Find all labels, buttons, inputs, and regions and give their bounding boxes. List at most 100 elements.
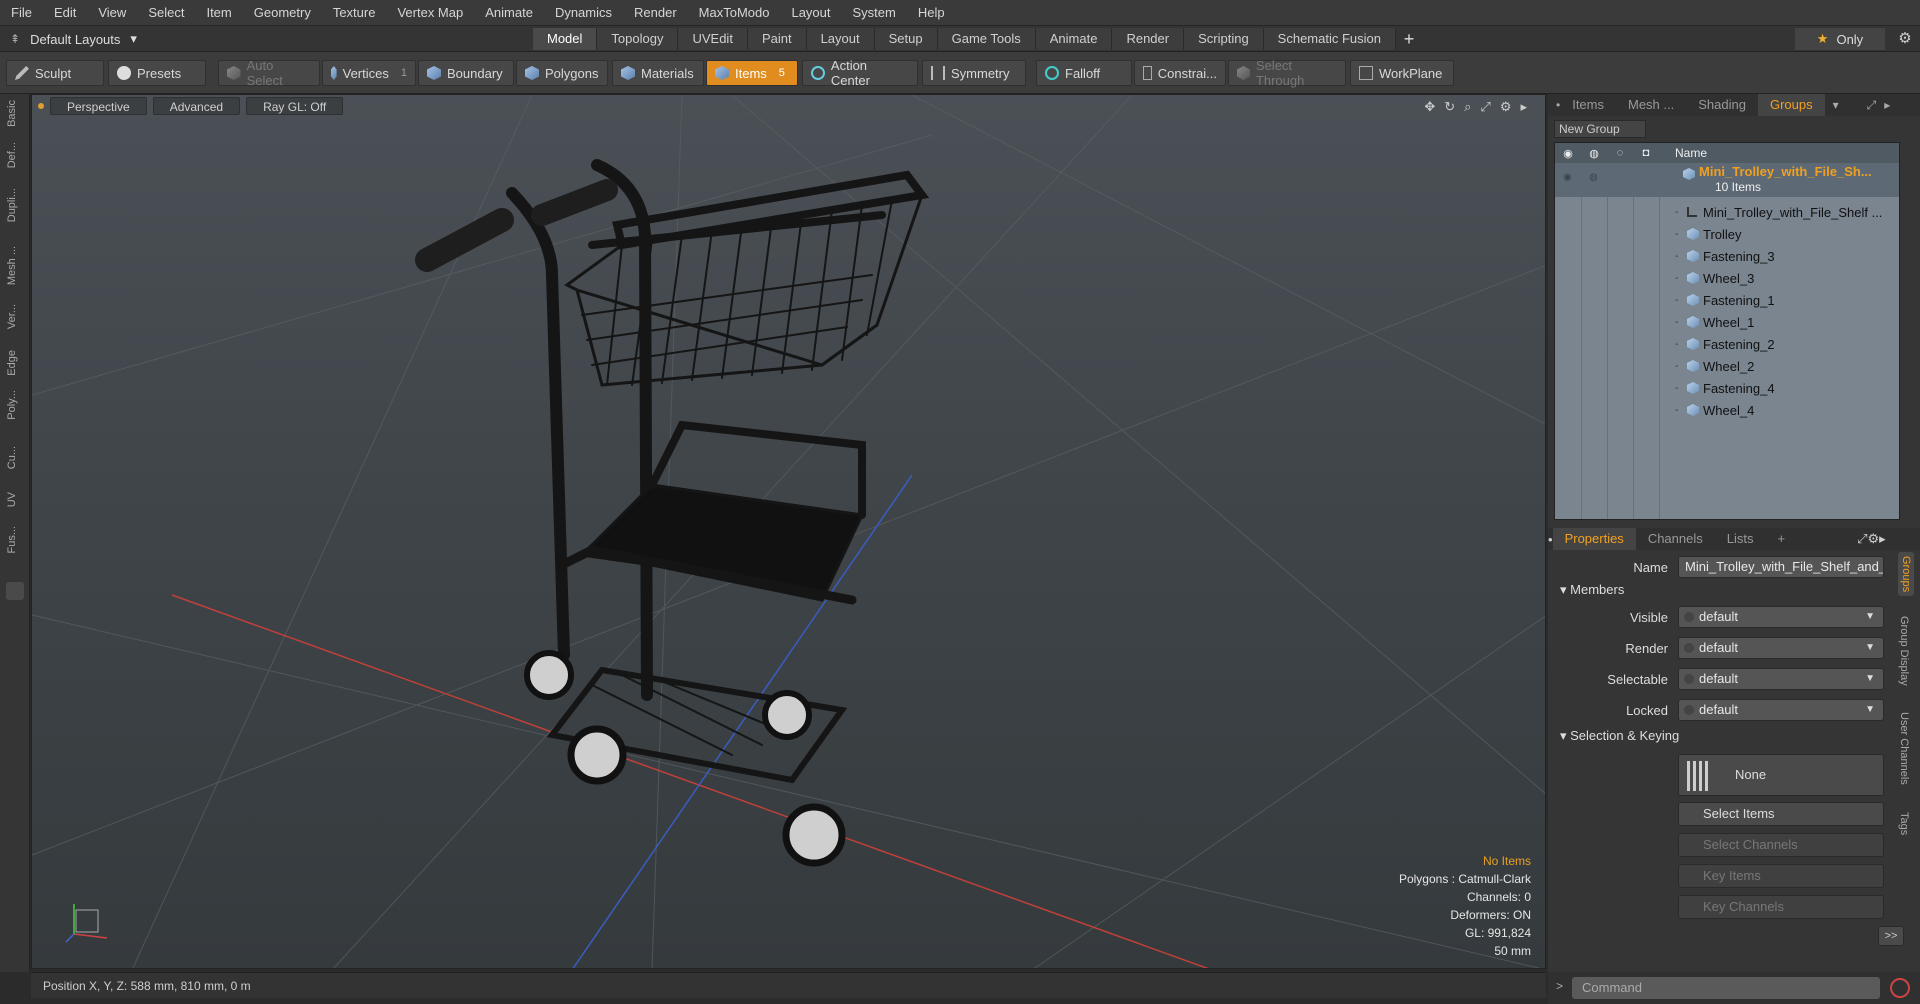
gear-icon[interactable]: ⚙ bbox=[1500, 99, 1512, 115]
menu-item[interactable]: Item bbox=[195, 0, 242, 26]
left-tab-deform[interactable]: Def... bbox=[6, 142, 24, 168]
tab-lists[interactable]: Lists bbox=[1715, 528, 1766, 550]
play-icon[interactable]: ▸ bbox=[1879, 531, 1886, 547]
render-select[interactable]: default ▼ bbox=[1678, 637, 1884, 659]
group-row[interactable]: ◉ ◍ Mini_Trolley_with_File_Sh... 10 Item… bbox=[1555, 163, 1899, 197]
tab-mesh[interactable]: Mesh ... bbox=[1616, 94, 1686, 116]
record-icon[interactable] bbox=[1890, 978, 1910, 998]
items-button[interactable]: Items 5 bbox=[706, 60, 798, 86]
tab-layout[interactable]: Layout bbox=[806, 28, 875, 50]
name-column-header[interactable]: Name bbox=[1675, 146, 1707, 160]
menu-help[interactable]: Help bbox=[907, 0, 956, 26]
left-tab-basic[interactable]: Basic bbox=[6, 100, 24, 127]
viewport-menu-dot[interactable] bbox=[38, 103, 44, 109]
left-tab-duplicate[interactable]: Dupli... bbox=[6, 188, 24, 222]
list-item[interactable]: - Trolley bbox=[1555, 223, 1899, 245]
render-icon[interactable]: ◍ bbox=[1581, 147, 1607, 160]
eye-icon[interactable]: ◉ bbox=[1563, 172, 1572, 183]
left-tab-uv[interactable]: UV bbox=[6, 492, 24, 507]
left-strip-button[interactable] bbox=[6, 582, 24, 600]
tab-shading[interactable]: Shading bbox=[1686, 94, 1758, 116]
select-items-button[interactable]: Select Items bbox=[1678, 802, 1884, 826]
tab-schematic-fusion[interactable]: Schematic Fusion bbox=[1263, 28, 1396, 50]
tab-channels[interactable]: Channels bbox=[1636, 528, 1715, 550]
tab-uvedit[interactable]: UVEdit bbox=[678, 28, 748, 50]
menu-animate[interactable]: Animate bbox=[474, 0, 544, 26]
vtab-groups[interactable]: Groups bbox=[1898, 552, 1914, 597]
materials-button[interactable]: Materials bbox=[612, 60, 704, 86]
boundary-button[interactable]: Boundary bbox=[418, 60, 514, 86]
list-item[interactable]: - Fastening_3 bbox=[1555, 245, 1899, 267]
select-channels-button[interactable]: Select Channels bbox=[1678, 833, 1884, 857]
select-through-button[interactable]: Select Through bbox=[1228, 58, 1346, 88]
left-tab-polygon[interactable]: Poly... bbox=[6, 390, 24, 420]
tab-properties[interactable]: Properties bbox=[1552, 528, 1636, 550]
sculpt-button[interactable]: Sculpt bbox=[6, 60, 104, 86]
gear-icon[interactable]: ⚙ bbox=[1890, 26, 1920, 52]
workplane-button[interactable]: WorkPlane bbox=[1350, 60, 1454, 86]
menu-select[interactable]: Select bbox=[137, 0, 195, 26]
list-item[interactable]: - Wheel_3 bbox=[1555, 267, 1899, 289]
falloff-button[interactable]: Falloff bbox=[1036, 60, 1132, 86]
menu-file[interactable]: File bbox=[0, 0, 43, 26]
tab-game-tools[interactable]: Game Tools bbox=[937, 28, 1036, 50]
play-icon[interactable]: ▸ bbox=[1884, 98, 1890, 112]
menu-vertex-map[interactable]: Vertex Map bbox=[386, 0, 474, 26]
menu-geometry[interactable]: Geometry bbox=[243, 0, 322, 26]
3d-viewport[interactable]: Perspective Advanced Ray GL: Off ✥ ↻ ⌕ ⤢… bbox=[31, 94, 1546, 969]
vertices-button[interactable]: Vertices 1 bbox=[322, 60, 416, 86]
command-input[interactable]: Command bbox=[1572, 977, 1880, 999]
left-tab-fusion[interactable]: Fus... bbox=[6, 526, 24, 554]
menu-maxtomodo[interactable]: MaxToModo bbox=[688, 0, 781, 26]
tab-render[interactable]: Render bbox=[1112, 28, 1185, 50]
name-field[interactable]: Mini_Trolley_with_File_Shelf_and_ bbox=[1678, 556, 1884, 578]
vtab-user-channels[interactable]: User Channels bbox=[1898, 712, 1910, 785]
only-toggle[interactable]: ★ Only bbox=[1795, 28, 1885, 50]
tab-topology[interactable]: Topology bbox=[597, 28, 679, 50]
zoom-icon[interactable]: ⌕ bbox=[1464, 99, 1471, 115]
new-group-button[interactable]: New Group bbox=[1554, 120, 1646, 138]
left-tab-vertex[interactable]: Ver... bbox=[6, 304, 24, 329]
none-button[interactable]: None bbox=[1678, 754, 1884, 796]
tab-groups[interactable]: Groups bbox=[1757, 94, 1825, 116]
menu-layout[interactable]: Layout bbox=[780, 0, 841, 26]
action-center-button[interactable]: Action Center bbox=[802, 58, 918, 88]
tab-items[interactable]: Items bbox=[1560, 94, 1616, 116]
select-icon[interactable]: ◌ bbox=[1607, 147, 1633, 159]
members-section[interactable]: ▾ Members bbox=[1560, 582, 1624, 598]
vtab-tags[interactable]: Tags bbox=[1898, 812, 1910, 835]
constrain-button[interactable]: Constrai... bbox=[1134, 60, 1226, 86]
list-item[interactable]: - Mini_Trolley_with_File_Shelf ... bbox=[1555, 201, 1899, 223]
pin-icon[interactable]: ⇞ bbox=[10, 32, 20, 46]
locked-select[interactable]: default ▼ bbox=[1678, 699, 1884, 721]
vtab-group-display[interactable]: Group Display bbox=[1898, 616, 1910, 686]
tab-model[interactable]: Model bbox=[533, 28, 598, 50]
key-channels-button[interactable]: Key Channels bbox=[1678, 895, 1884, 919]
move-view-icon[interactable]: ✥ bbox=[1424, 99, 1435, 115]
play-icon[interactable]: ▸ bbox=[1520, 99, 1527, 115]
add-tab-button[interactable]: + bbox=[1396, 28, 1422, 50]
tab-scripting[interactable]: Scripting bbox=[1184, 28, 1264, 50]
list-item[interactable]: - Wheel_2 bbox=[1555, 355, 1899, 377]
menu-dynamics[interactable]: Dynamics bbox=[544, 0, 623, 26]
list-item[interactable]: - Wheel_1 bbox=[1555, 311, 1899, 333]
rotate-view-icon[interactable]: ↻ bbox=[1444, 99, 1455, 115]
menu-system[interactable]: System bbox=[842, 0, 907, 26]
list-item[interactable]: - Wheel_4 bbox=[1555, 399, 1899, 421]
key-items-button[interactable]: Key Items bbox=[1678, 864, 1884, 888]
list-item[interactable]: - Fastening_2 bbox=[1555, 333, 1899, 355]
maximize-icon[interactable]: ⤢ bbox=[1867, 98, 1877, 113]
list-item[interactable]: - Fastening_1 bbox=[1555, 289, 1899, 311]
selectable-select[interactable]: default ▼ bbox=[1678, 668, 1884, 690]
polygons-button[interactable]: Polygons bbox=[516, 60, 608, 86]
eye-icon[interactable]: ◉ bbox=[1555, 147, 1581, 160]
tab-paint[interactable]: Paint bbox=[747, 28, 807, 50]
raygl-dropdown[interactable]: Ray GL: Off bbox=[246, 97, 344, 115]
left-tab-curve[interactable]: Cu... bbox=[6, 446, 24, 469]
symmetry-button[interactable]: Symmetry bbox=[922, 60, 1026, 86]
chevron-down-icon[interactable]: ▾ bbox=[1833, 98, 1839, 112]
selection-keying-section[interactable]: ▾ Selection & Keying bbox=[1560, 728, 1679, 744]
menu-edit[interactable]: Edit bbox=[43, 0, 87, 26]
render-icon[interactable]: ◍ bbox=[1589, 172, 1598, 183]
advanced-dropdown[interactable]: Advanced bbox=[152, 97, 241, 115]
